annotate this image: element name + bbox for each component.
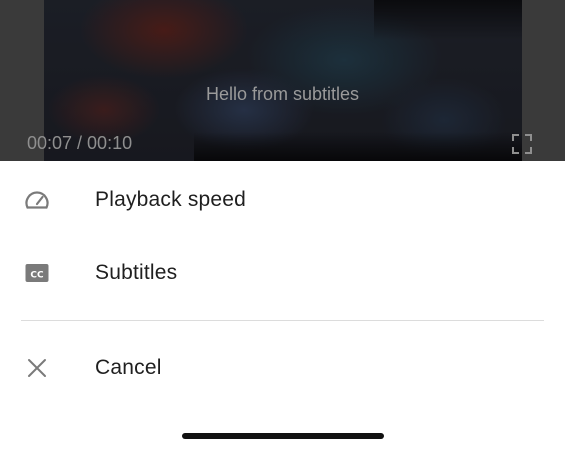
home-indicator[interactable] <box>182 433 384 439</box>
options-bottom-sheet: Playback speed CC Subtitles Cancel <box>0 161 565 450</box>
subtitle-text: Hello from subtitles <box>205 84 360 104</box>
fullscreen-icon[interactable] <box>512 134 532 154</box>
menu-item-subtitles[interactable]: CC Subtitles <box>0 244 565 302</box>
cancel-label: Cancel <box>95 356 162 379</box>
subtitles-label: Subtitles <box>95 261 178 284</box>
playback-speed-label: Playback speed <box>95 188 247 211</box>
screen: Hello from subtitles 00:07 / 00:10 Playb… <box>0 0 565 450</box>
svg-text:CC: CC <box>30 271 44 281</box>
divider <box>21 320 544 321</box>
menu-item-playback-speed[interactable]: Playback speed <box>0 171 565 229</box>
time-display: 00:07 / 00:10 <box>27 133 133 153</box>
video-player[interactable]: Hello from subtitles 00:07 / 00:10 <box>0 0 565 161</box>
close-icon <box>24 355 50 381</box>
speedometer-icon <box>24 187 50 213</box>
cancel-button[interactable]: Cancel <box>0 339 565 397</box>
closed-captions-icon: CC <box>24 260 50 286</box>
